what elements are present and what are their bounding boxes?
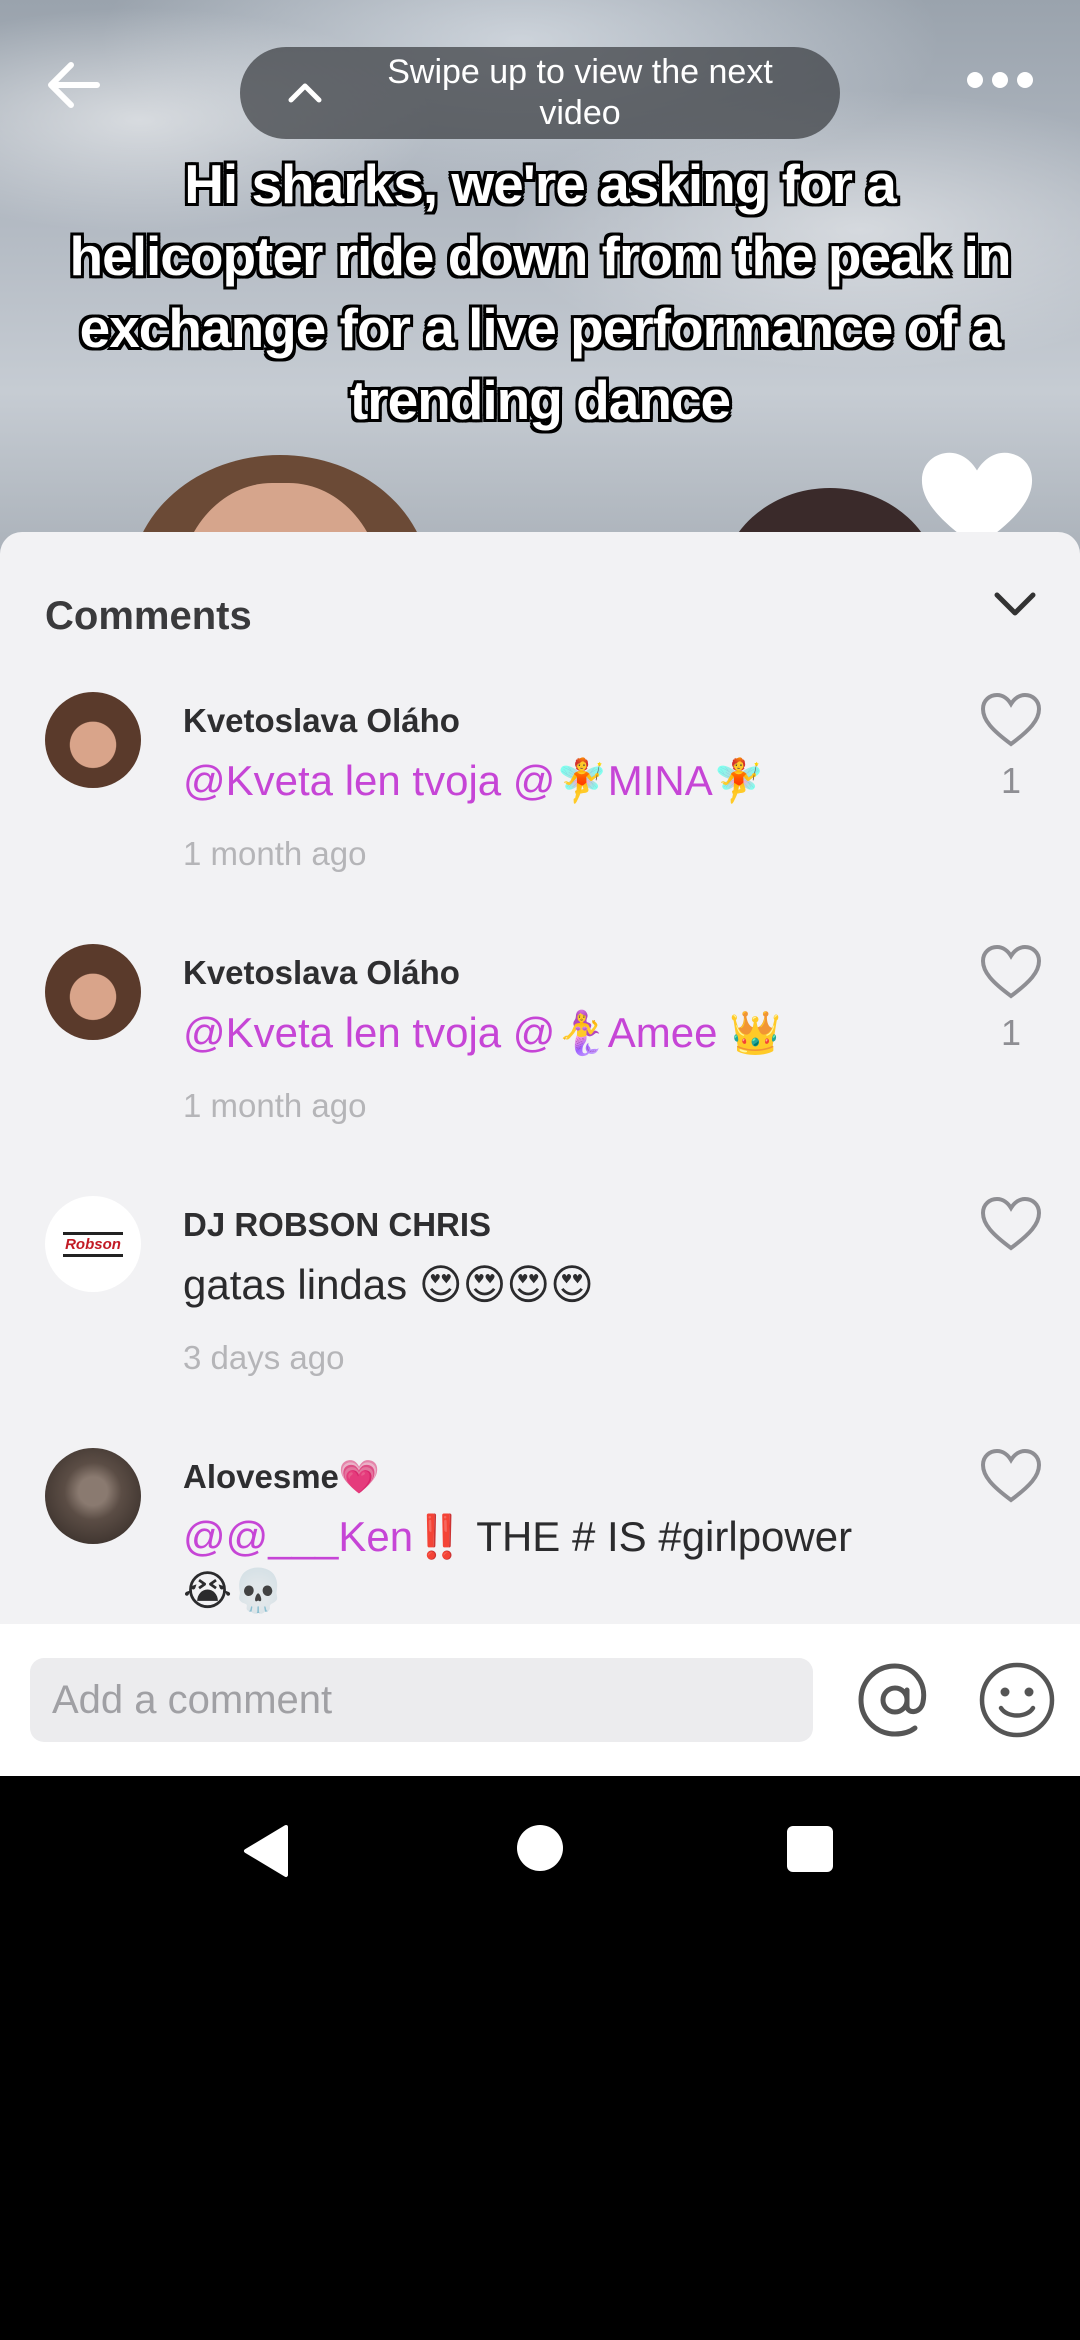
comment-username[interactable]: DJ ROBSON CHRIS <box>183 1206 491 1244</box>
system-nav-bar <box>0 1776 1080 1916</box>
avatar[interactable] <box>45 692 141 788</box>
chevron-up-icon <box>260 47 350 139</box>
comments-sheet: Comments Kvetoslava Oláho @Kveta len tvo… <box>0 532 1080 1624</box>
heart-outline-icon[interactable] <box>980 1448 1042 1504</box>
video-caption: Hi sharks, we're asking for a helicopter… <box>69 153 1012 431</box>
comment-item: Kvetoslava Oláho @Kveta len tvoja @🧚MINA… <box>0 692 1080 944</box>
smiley-icon[interactable] <box>977 1660 1057 1740</box>
like-count: 1 <box>1000 760 1022 801</box>
comment-input[interactable] <box>30 1658 813 1742</box>
heart-outline-icon[interactable] <box>980 1196 1042 1252</box>
comment-item: Alovesme💗 @@___Ken‼️ THE # IS #girlpower… <box>0 1448 1080 1624</box>
like-count: 1 <box>1000 1012 1022 1053</box>
nav-back-icon[interactable] <box>238 1821 292 1881</box>
avatar[interactable] <box>45 944 141 1040</box>
chevron-down-icon <box>994 592 1036 616</box>
comment-mention[interactable]: @Kveta len tvoja @🧜‍♀️Amee <box>183 1009 729 1056</box>
comment-body: 👑 <box>729 1009 782 1056</box>
avatar[interactable]: Robson <box>45 1196 141 1292</box>
comment-username[interactable]: Kvetoslava Oláho <box>183 702 460 740</box>
swipe-hint-banner[interactable]: Swipe up to view the next video <box>240 47 840 139</box>
comment-text: @@___Ken‼️ THE # IS #girlpower 😭💀 <box>183 1510 903 1618</box>
more-dots-icon <box>967 72 983 88</box>
comment-mention[interactable]: @Kveta len tvoja @🧚MINA🧚 <box>183 757 765 804</box>
comment-text: gatas lindas 😍😍😍😍 <box>183 1258 903 1312</box>
swipe-hint-text: Swipe up to view the next video <box>387 53 773 132</box>
comment-timestamp: 1 month ago <box>183 1087 367 1124</box>
comment-timestamp: 3 days ago <box>183 1339 345 1376</box>
comment-text: @Kveta len tvoja @🧚MINA🧚 <box>183 754 903 808</box>
comment-input-bar <box>0 1624 1080 1776</box>
comment-item: Robson DJ ROBSON CHRIS gatas lindas 😍😍😍😍… <box>0 1196 1080 1448</box>
comment-body: gatas lindas 😍😍😍😍 <box>183 1261 594 1308</box>
comment-timestamp: 1 month ago <box>183 835 367 872</box>
more-options-button[interactable] <box>955 60 1045 100</box>
heart-outline-icon[interactable] <box>980 692 1042 748</box>
at-sign-icon[interactable] <box>855 1660 935 1740</box>
heart-outline-icon[interactable] <box>980 944 1042 1000</box>
avatar[interactable] <box>45 1448 141 1544</box>
collapse-comments-button[interactable] <box>985 574 1045 634</box>
comment-username[interactable]: Alovesme💗 <box>183 1458 380 1497</box>
nav-recents-icon[interactable] <box>787 1826 833 1872</box>
video-player[interactable]: Swipe up to view the next video Hi shark… <box>0 0 1080 560</box>
comments-title: Comments <box>45 594 252 638</box>
nav-home-icon[interactable] <box>517 1825 563 1871</box>
comment-username[interactable]: Kvetoslava Oláho <box>183 954 460 992</box>
comment-text: @Kveta len tvoja @🧜‍♀️Amee 👑 <box>183 1006 903 1060</box>
avatar-logo-text: Robson <box>63 1231 123 1257</box>
back-arrow-icon <box>48 62 100 108</box>
back-button[interactable] <box>38 50 108 120</box>
comment-item: Kvetoslava Oláho @Kveta len tvoja @🧜‍♀️A… <box>0 944 1080 1196</box>
comment-mention[interactable]: @@___Ken <box>183 1513 413 1560</box>
